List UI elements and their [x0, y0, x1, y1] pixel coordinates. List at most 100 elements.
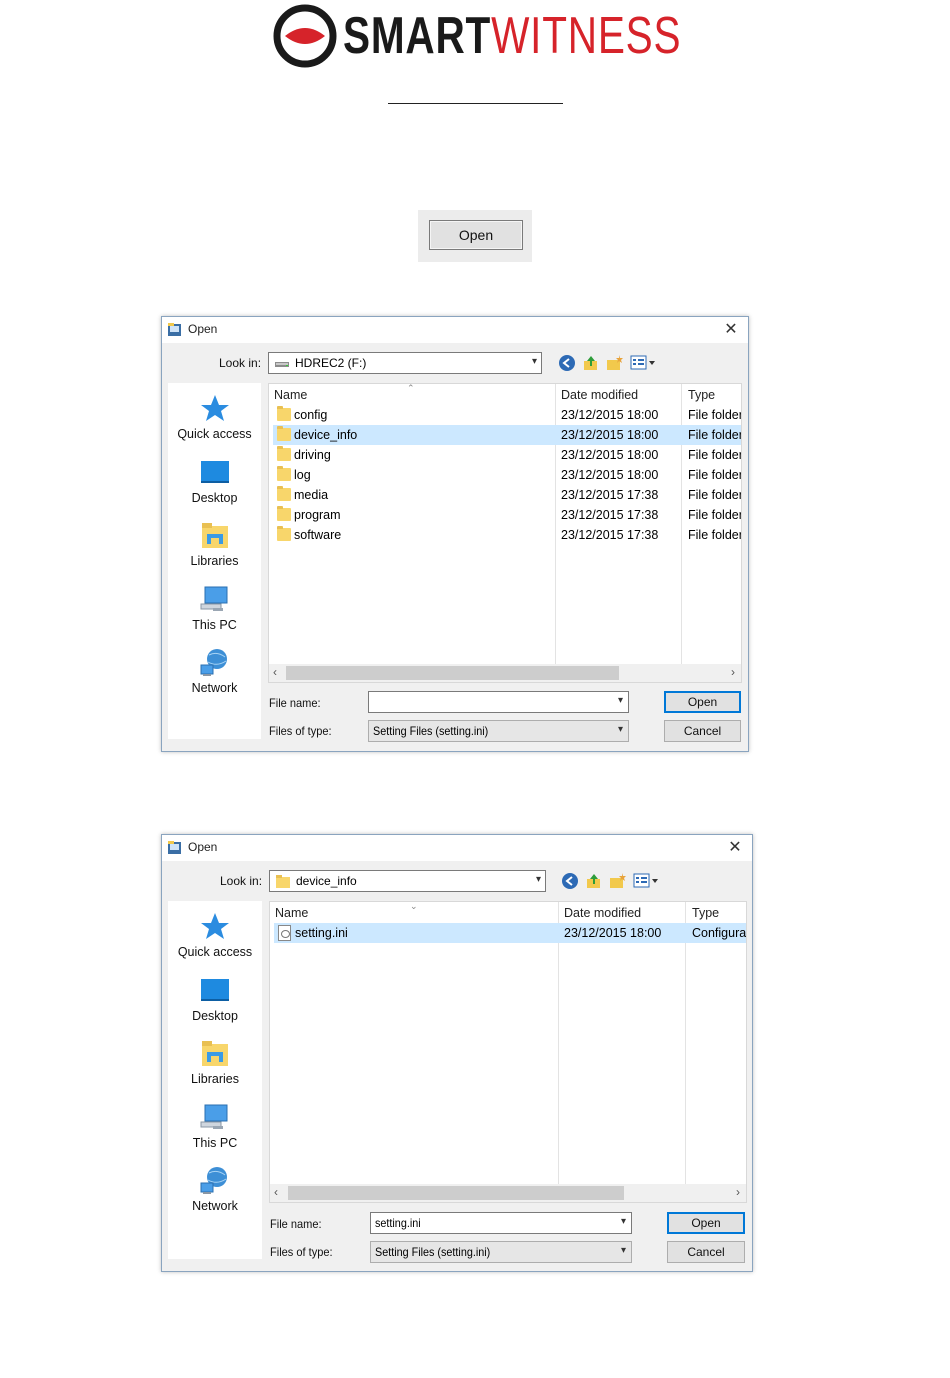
- computer-icon: [199, 584, 231, 614]
- up-folder-icon[interactable]: [585, 872, 603, 890]
- folder-icon: [277, 526, 291, 541]
- libraries-icon: [199, 1038, 231, 1068]
- place-libraries[interactable]: Libraries: [168, 520, 261, 568]
- horizontal-scrollbar[interactable]: ‹ ›: [269, 664, 741, 682]
- chevron-down-icon: ▾: [617, 724, 623, 735]
- places-bar: Quick access Desktop Libraries This PC Netwo…: [168, 383, 261, 739]
- close-button[interactable]: ✕: [722, 320, 740, 338]
- file-row-type: File folder: [688, 488, 742, 502]
- open-dialog-button[interactable]: Open: [664, 691, 741, 713]
- file-row-date: 23/12/2015 18:00: [561, 408, 659, 422]
- close-button[interactable]: ✕: [726, 838, 744, 856]
- place-network[interactable]: Network: [168, 647, 261, 695]
- scroll-left-icon[interactable]: ‹: [273, 665, 277, 679]
- file-row-date: 23/12/2015 17:38: [561, 508, 659, 522]
- chevron-down-icon: ▾: [531, 356, 537, 367]
- desktop-icon: [199, 975, 231, 1005]
- file-name-field[interactable]: setting.ini ▾: [370, 1212, 632, 1234]
- file-list[interactable]: ⌃ Name Date modified Type config 23/12/20…: [268, 383, 742, 683]
- column-header-type[interactable]: Type: [688, 388, 715, 402]
- place-quick-access[interactable]: Quick access: [168, 911, 262, 959]
- file-row-name: program: [294, 508, 341, 522]
- open-button[interactable]: Open: [429, 220, 523, 250]
- open-dialog-button[interactable]: Open: [667, 1212, 745, 1234]
- folder-icon: [277, 466, 291, 481]
- place-this-pc[interactable]: This PC: [168, 584, 261, 632]
- file-row-type: File folder: [688, 408, 742, 422]
- chevron-down-icon[interactable]: ▾: [621, 1216, 626, 1227]
- column-header-type[interactable]: Type: [692, 906, 719, 920]
- file-row-name: software: [294, 528, 342, 542]
- places-bar: Quick access Desktop Libraries This PC Netwo…: [168, 901, 262, 1259]
- file-row[interactable]: log 23/12/2015 18:00 File folder: [273, 465, 741, 485]
- column-header-date[interactable]: Date modified: [561, 388, 638, 402]
- logo-eye-icon: [273, 4, 337, 68]
- toolbar: [558, 353, 656, 373]
- place-libraries[interactable]: Libraries: [168, 1038, 262, 1086]
- file-row[interactable]: config 23/12/2015 18:00 File folder: [273, 405, 741, 425]
- look-in-dropdown[interactable]: HDREC2 (F:) ▾: [268, 352, 542, 374]
- folder-icon: [277, 426, 291, 441]
- file-row-name: device_info: [294, 428, 358, 442]
- file-row[interactable]: program 23/12/2015 17:38 File folder: [273, 505, 741, 525]
- sort-down-icon: ⌄: [410, 901, 418, 911]
- sort-up-icon: ⌃: [407, 383, 415, 393]
- place-quick-access[interactable]: Quick access: [168, 393, 261, 441]
- folder-icon: [277, 506, 291, 521]
- place-label: Quick access: [177, 427, 252, 441]
- file-row-date: 23/12/2015 18:00: [561, 428, 659, 442]
- scroll-left-icon[interactable]: ‹: [274, 1185, 278, 1199]
- files-of-type-dropdown[interactable]: Setting Files (setting.ini) ▾: [370, 1241, 632, 1263]
- files-of-type-dropdown[interactable]: Setting Files (setting.ini) ▾: [368, 720, 629, 742]
- scrollbar-thumb[interactable]: [286, 666, 619, 680]
- cancel-button[interactable]: Cancel: [667, 1241, 745, 1263]
- file-row[interactable]: media 23/12/2015 17:38 File folder: [273, 485, 741, 505]
- dialog-titlebar: Open ✕: [162, 835, 752, 861]
- file-row-type: Configura: [692, 926, 747, 940]
- folder-icon: [277, 446, 291, 461]
- place-label: This PC: [192, 617, 237, 632]
- place-label: Libraries: [190, 554, 239, 568]
- scrollbar-thumb[interactable]: [288, 1186, 624, 1200]
- file-row-type: File folder: [688, 428, 742, 442]
- files-of-type-value: Setting Files (setting.ini): [373, 724, 489, 738]
- look-in-dropdown[interactable]: device_info ▾: [269, 870, 546, 892]
- look-in-label: Look in:: [220, 874, 263, 888]
- file-list[interactable]: ⌄ Name Date modified Type setting.ini 23/…: [269, 901, 747, 1203]
- file-row-date: 23/12/2015 18:00: [561, 448, 659, 462]
- new-folder-icon[interactable]: [609, 872, 627, 890]
- new-folder-icon[interactable]: [606, 354, 624, 372]
- column-header-name[interactable]: Name: [275, 906, 308, 920]
- place-desktop[interactable]: Desktop: [168, 975, 262, 1023]
- file-name-field[interactable]: ▾: [368, 691, 629, 713]
- desktop-icon: [199, 457, 231, 487]
- view-menu-icon[interactable]: [630, 354, 656, 372]
- divider: [388, 103, 563, 104]
- scroll-right-icon[interactable]: ›: [736, 1185, 740, 1199]
- place-this-pc[interactable]: This PC: [168, 1102, 262, 1150]
- back-icon[interactable]: [558, 354, 576, 372]
- up-folder-icon[interactable]: [582, 354, 600, 372]
- place-label: This PC: [192, 1135, 238, 1150]
- file-row[interactable]: setting.ini 23/12/2015 18:00 Configura: [274, 923, 746, 943]
- chevron-down-icon[interactable]: ▾: [618, 695, 623, 706]
- place-desktop[interactable]: Desktop: [168, 457, 261, 505]
- view-menu-icon[interactable]: [633, 872, 659, 890]
- place-network[interactable]: Network: [168, 1165, 262, 1213]
- logo-text-witness: WITNESS: [491, 7, 682, 65]
- cancel-button[interactable]: Cancel: [664, 720, 741, 742]
- scroll-right-icon[interactable]: ›: [731, 665, 735, 679]
- settings-file-icon: [278, 925, 291, 941]
- look-in-label: Look in:: [219, 356, 262, 370]
- computer-icon: [199, 1102, 231, 1132]
- horizontal-scrollbar[interactable]: ‹ ›: [270, 1184, 746, 1202]
- column-header-date[interactable]: Date modified: [564, 906, 641, 920]
- file-row-name: setting.ini: [295, 926, 348, 940]
- file-row[interactable]: software 23/12/2015 17:38 File folder: [273, 525, 741, 545]
- files-of-type-value: Setting Files (setting.ini): [375, 1245, 491, 1259]
- back-icon[interactable]: [561, 872, 579, 890]
- chevron-down-icon: ▾: [620, 1245, 626, 1256]
- column-header-name[interactable]: Name: [274, 388, 307, 402]
- file-row[interactable]: driving 23/12/2015 18:00 File folder: [273, 445, 741, 465]
- file-row[interactable]: device_info 23/12/2015 18:00 File folder: [273, 425, 741, 445]
